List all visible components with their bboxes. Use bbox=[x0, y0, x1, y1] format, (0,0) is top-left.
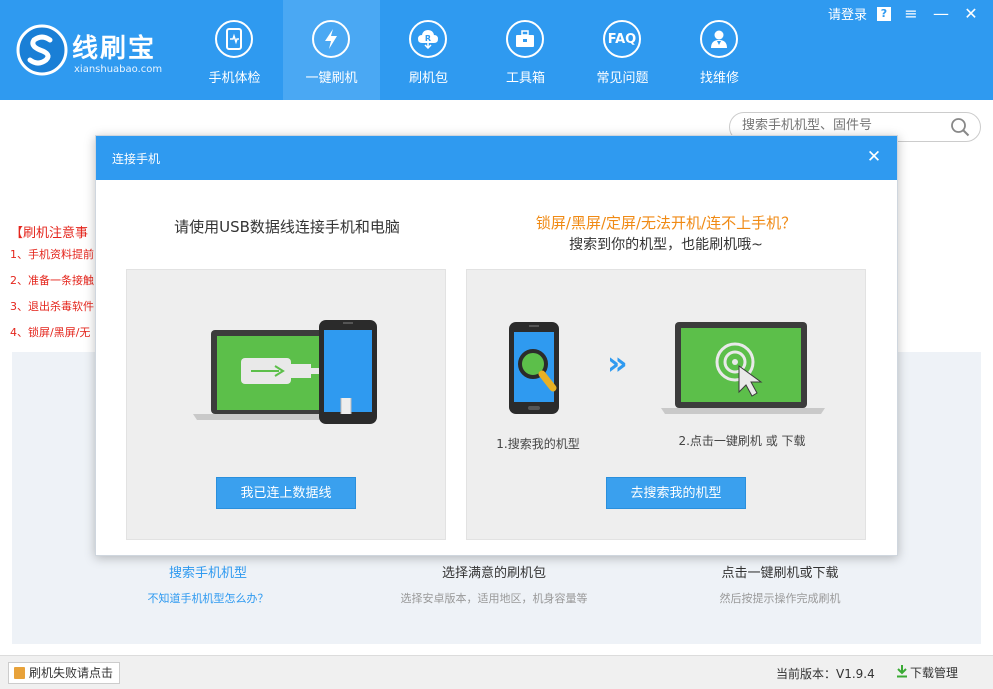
status-bar: 刷机失败请点击 当前版本：V1.9.4 下载管理 bbox=[0, 655, 993, 689]
minimize-icon[interactable]: — bbox=[931, 4, 951, 23]
nav-label: 一键刷机 bbox=[305, 71, 358, 86]
step-search-model: 搜索手机机型 不知道手机机型怎么办？ bbox=[68, 562, 348, 606]
app-header: 线刷宝 xianshuabao.com 手机体检 一键刷机 R 刷机包 工具箱 bbox=[0, 0, 993, 100]
window-controls: 请登录 ? ≡ — ✕ bbox=[828, 4, 981, 23]
download-manager-label: 下载管理 bbox=[910, 666, 959, 680]
dialog-header: 连接手机 ✕ bbox=[96, 136, 897, 180]
nav-one-click-flash[interactable]: 一键刷机 bbox=[283, 0, 380, 100]
phone-check-icon bbox=[215, 20, 253, 58]
menu-icon[interactable]: ≡ bbox=[901, 4, 921, 23]
notes-title: 【刷机注意事 bbox=[10, 226, 89, 241]
problem-heading: 锁屏/黑屏/定屏/无法开机/连不上手机？ bbox=[535, 214, 797, 232]
notes-list: 1、手机资料提前 2、准备一条接触 3、退出杀毒软件 4、锁屏/黑屏/无 bbox=[10, 242, 100, 346]
login-link[interactable]: 请登录 bbox=[828, 4, 867, 23]
nav-toolbox[interactable]: 工具箱 bbox=[477, 0, 574, 100]
nav-faq[interactable]: FAQ 常见问题 bbox=[574, 0, 671, 100]
rom-package-icon: R bbox=[409, 20, 447, 58]
flash-fail-label: 刷机失败请点击 bbox=[29, 666, 114, 680]
arrow-right-icon: » bbox=[607, 344, 628, 382]
step-flash: 点击一键刷机或下载 然后按提示操作完成刷机 bbox=[640, 562, 920, 606]
usb-instruction-heading: 请使用USB数据线连接手机和电脑 bbox=[174, 218, 400, 236]
connect-phone-dialog: 连接手机 ✕ 请使用USB数据线连接手机和电脑 锁屏/黑屏/定屏/无法开机/连不… bbox=[95, 135, 898, 556]
repair-person-icon bbox=[700, 20, 738, 58]
dialog-title: 连接手机 bbox=[112, 152, 161, 166]
usb-connect-card: 我已连上数据线 bbox=[126, 269, 446, 540]
search-model-card: » 1.搜索我的机型 2.点击一键刷机 或 下载 去搜索我的机型 bbox=[466, 269, 866, 540]
notes-item: 3、退出杀毒软件 bbox=[10, 300, 94, 313]
svg-text:R: R bbox=[425, 34, 431, 43]
notes-item: 2、准备一条接触 bbox=[10, 274, 94, 287]
dialog-close-icon[interactable]: ✕ bbox=[865, 148, 883, 166]
nav-label: 工具箱 bbox=[505, 71, 545, 86]
help-icon[interactable]: ? bbox=[877, 6, 891, 21]
notes-item: 4、锁屏/黑屏/无 bbox=[10, 326, 91, 339]
brand-logo-icon bbox=[16, 24, 68, 76]
main-nav: 手机体检 一键刷机 R 刷机包 工具箱 FAQ 常见问题 找维修 bbox=[186, 0, 768, 100]
step-sub: 然后按提示操作完成刷机 bbox=[719, 592, 841, 605]
nav-label: 手机体检 bbox=[208, 71, 261, 86]
flash-fail-button[interactable]: 刷机失败请点击 bbox=[8, 662, 121, 684]
nav-label: 常见问题 bbox=[596, 71, 649, 86]
search-icon[interactable] bbox=[950, 117, 970, 137]
cable-connected-button[interactable]: 我已连上数据线 bbox=[216, 477, 356, 509]
phone-search-illustration bbox=[509, 322, 559, 414]
download-icon bbox=[896, 664, 908, 678]
step-title: 点击一键刷机或下载 bbox=[721, 566, 839, 581]
step-title: 选择满意的刷机包 bbox=[441, 566, 546, 581]
laptop-usb-phone-illustration bbox=[193, 320, 377, 424]
step-choose-rom: 选择满意的刷机包 选择安卓版本，适用地区，机身容量等 bbox=[354, 562, 634, 606]
step2-caption: 2.点击一键刷机 或 下载 bbox=[678, 434, 806, 448]
brand-name: 线刷宝 bbox=[72, 34, 157, 64]
brand-domain: xianshuabao.com bbox=[74, 64, 163, 75]
step-help-link[interactable]: 不知道手机机型怎么办？ bbox=[68, 590, 348, 606]
flash-notes: 【刷机注意事 1、手机资料提前 2、准备一条接触 3、退出杀毒软件 4、锁屏/黑… bbox=[10, 222, 100, 346]
search-my-model-button[interactable]: 去搜索我的机型 bbox=[606, 477, 746, 509]
flash-bolt-icon bbox=[312, 20, 350, 58]
step-sub: 选择安卓版本，适用地区，机身容量等 bbox=[400, 592, 588, 605]
toolbox-icon bbox=[506, 20, 544, 58]
document-icon bbox=[14, 667, 25, 679]
nav-label: 找维修 bbox=[699, 71, 739, 86]
search-input[interactable] bbox=[742, 118, 942, 133]
version-label: 当前版本：V1.9.4 bbox=[776, 667, 875, 681]
laptop-click-illustration bbox=[661, 322, 825, 414]
nav-label: 刷机包 bbox=[408, 71, 448, 86]
step-title[interactable]: 搜索手机机型 bbox=[68, 562, 348, 584]
step1-caption: 1.搜索我的机型 bbox=[496, 437, 580, 451]
faq-icon: FAQ bbox=[603, 20, 641, 58]
nav-phone-check[interactable]: 手机体检 bbox=[186, 0, 283, 100]
search-hint-heading: 搜索到你的机型，也能刷机哦~ bbox=[569, 237, 763, 253]
nav-rom-package[interactable]: R 刷机包 bbox=[380, 0, 477, 100]
notes-item: 1、手机资料提前 bbox=[10, 248, 94, 261]
close-icon[interactable]: ✕ bbox=[961, 4, 981, 23]
download-manager-link[interactable]: 下载管理 bbox=[897, 664, 959, 681]
nav-find-repair[interactable]: 找维修 bbox=[671, 0, 768, 100]
brand-logo: 线刷宝 xianshuabao.com bbox=[16, 24, 176, 76]
